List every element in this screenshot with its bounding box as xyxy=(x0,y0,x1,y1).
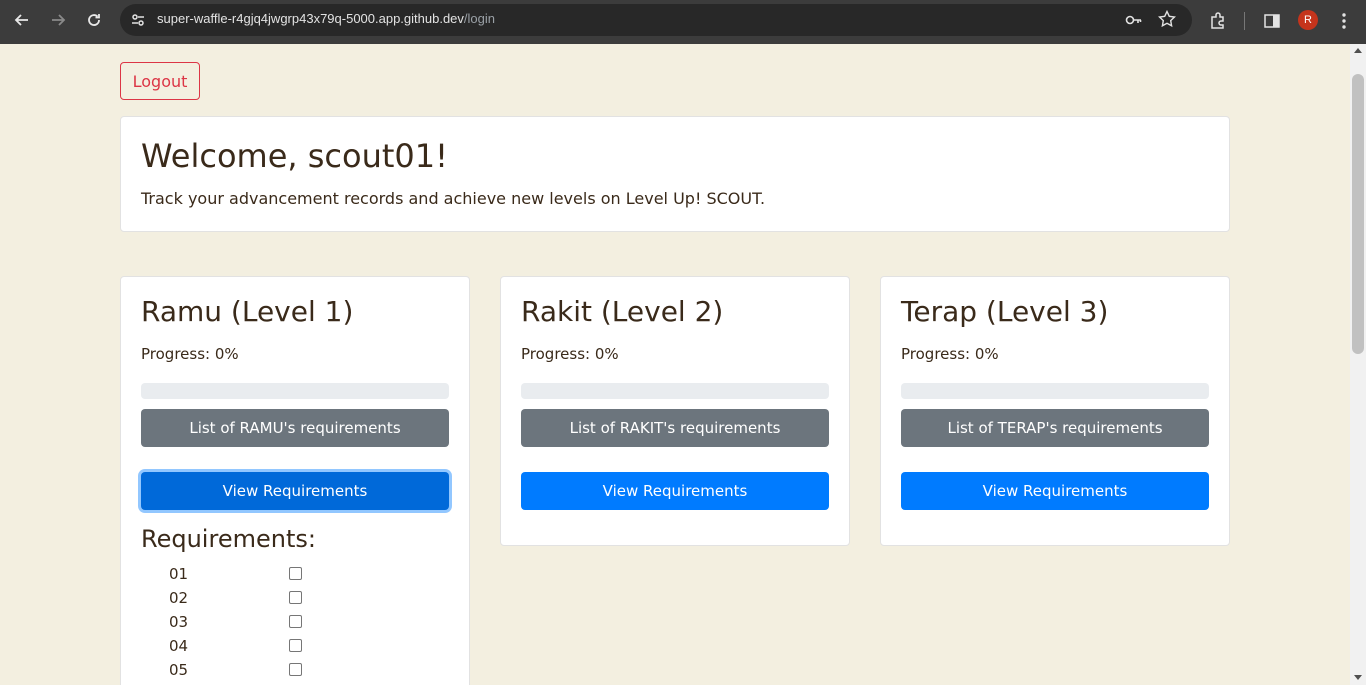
arrow-left-icon xyxy=(14,14,28,26)
welcome-subtitle: Track your advancement records and achie… xyxy=(141,189,766,208)
requirement-row: 05 xyxy=(169,659,369,681)
password-key-icon[interactable] xyxy=(1125,11,1143,29)
reload-icon xyxy=(88,14,100,26)
progress-text: Progress: 0% xyxy=(141,345,239,363)
view-requirements-button-terap[interactable]: View Requirements xyxy=(901,472,1209,510)
page-scrollbar[interactable] xyxy=(1350,44,1366,685)
progress-text: Progress: 0% xyxy=(901,345,999,363)
browser-toolbar: super-waffle-r4gjq4jwgrp43x79q-5000.app.… xyxy=(0,0,1366,44)
forward-button[interactable] xyxy=(44,6,72,34)
requirement-row: 03 xyxy=(169,611,369,633)
scroll-down-arrow-icon[interactable] xyxy=(1354,675,1362,680)
requirement-checkbox[interactable] xyxy=(289,591,302,604)
list-requirements-button-rakit[interactable]: List of RAKIT's requirements xyxy=(521,409,829,447)
requirement-number: 01 xyxy=(169,565,189,583)
requirement-checkbox[interactable] xyxy=(289,663,302,676)
requirement-row: 04 xyxy=(169,635,369,657)
level-card-terap: Terap (Level 3) Progress: 0% List of TER… xyxy=(880,276,1230,546)
profile-avatar[interactable]: R xyxy=(1298,10,1318,30)
level-title: Ramu (Level 1) xyxy=(141,295,354,328)
scroll-thumb[interactable] xyxy=(1352,74,1364,354)
reload-button[interactable] xyxy=(80,6,108,34)
requirement-number: 04 xyxy=(169,637,189,655)
url-text: super-waffle-r4gjq4jwgrp43x79q-5000.app.… xyxy=(157,11,495,26)
requirements-heading: Requirements: xyxy=(141,525,316,553)
list-requirements-button-terap[interactable]: List of TERAP's requirements xyxy=(901,409,1209,447)
list-requirements-button-ramu[interactable]: List of RAMU's requirements xyxy=(141,409,449,447)
site-settings-icon[interactable] xyxy=(130,12,146,28)
requirement-row: 02 xyxy=(169,587,369,609)
url-host: super-waffle-r4gjq4jwgrp43x79q-5000.app.… xyxy=(157,11,464,26)
toolbar-divider xyxy=(1244,12,1245,30)
extensions-icon[interactable] xyxy=(1208,11,1228,31)
url-path: /login xyxy=(463,11,495,26)
address-bar[interactable]: super-waffle-r4gjq4jwgrp43x79q-5000.app.… xyxy=(120,4,1192,36)
scroll-up-arrow-icon[interactable] xyxy=(1354,48,1362,53)
bookmark-star-icon[interactable] xyxy=(1158,10,1176,28)
requirement-number: 05 xyxy=(169,661,189,679)
logout-button[interactable]: Logout xyxy=(120,62,200,100)
level-card-ramu: Ramu (Level 1) Progress: 0% List of RAMU… xyxy=(120,276,470,685)
side-panel-icon[interactable] xyxy=(1262,11,1282,31)
requirement-number: 03 xyxy=(169,613,189,631)
requirement-row: 01 xyxy=(169,563,369,585)
welcome-title: Welcome, scout01! xyxy=(141,137,448,175)
welcome-card: Welcome, scout01! Track your advancement… xyxy=(120,116,1230,232)
progress-bar xyxy=(521,383,829,399)
view-requirements-button-rakit[interactable]: View Requirements xyxy=(521,472,829,510)
requirement-checkbox[interactable] xyxy=(289,567,302,580)
requirement-checkbox[interactable] xyxy=(289,615,302,628)
progress-bar xyxy=(141,383,449,399)
back-button[interactable] xyxy=(8,6,36,34)
kebab-menu-icon[interactable] xyxy=(1334,11,1354,31)
arrow-right-icon xyxy=(52,14,66,26)
requirement-number: 02 xyxy=(169,589,189,607)
level-title: Terap (Level 3) xyxy=(901,295,1109,328)
level-title: Rakit (Level 2) xyxy=(521,295,724,328)
requirement-checkbox[interactable] xyxy=(289,639,302,652)
progress-text: Progress: 0% xyxy=(521,345,619,363)
progress-bar xyxy=(901,383,1209,399)
view-requirements-button-ramu[interactable]: View Requirements xyxy=(141,472,449,510)
level-card-rakit: Rakit (Level 2) Progress: 0% List of RAK… xyxy=(500,276,850,546)
